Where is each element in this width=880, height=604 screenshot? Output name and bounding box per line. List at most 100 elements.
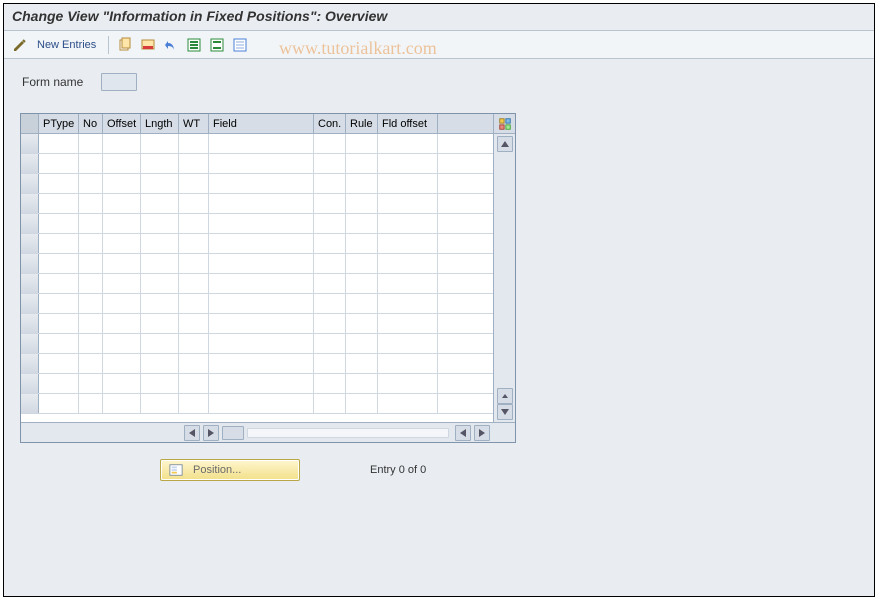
column-header-ptype[interactable]: PType	[39, 114, 79, 133]
column-header-lngth[interactable]: Lngth	[141, 114, 179, 133]
cell-lngth[interactable]	[141, 194, 179, 213]
cell-rule[interactable]	[346, 154, 378, 173]
column-header-offset[interactable]: Offset	[103, 114, 141, 133]
cell-offset[interactable]	[103, 134, 141, 153]
cell-no[interactable]	[79, 334, 103, 353]
cell-rule[interactable]	[346, 334, 378, 353]
cell-field[interactable]	[209, 214, 314, 233]
cell-wt[interactable]	[179, 134, 209, 153]
cell-field[interactable]	[209, 374, 314, 393]
cell-fldoffset[interactable]	[378, 254, 438, 273]
cell-fldoffset[interactable]	[378, 134, 438, 153]
cell-field[interactable]	[209, 334, 314, 353]
cell-offset[interactable]	[103, 174, 141, 193]
cell-field[interactable]	[209, 134, 314, 153]
deselect-all-icon[interactable]	[230, 35, 250, 55]
position-button[interactable]: Position...	[160, 459, 300, 481]
row-selector[interactable]	[21, 134, 39, 153]
cell-fldoffset[interactable]	[378, 294, 438, 313]
cell-lngth[interactable]	[141, 254, 179, 273]
cell-con[interactable]	[314, 254, 346, 273]
cell-con[interactable]	[314, 194, 346, 213]
cell-fldoffset[interactable]	[378, 174, 438, 193]
cell-no[interactable]	[79, 154, 103, 173]
column-header-field[interactable]: Field	[209, 114, 314, 133]
cell-no[interactable]	[79, 254, 103, 273]
column-header-wt[interactable]: WT	[179, 114, 209, 133]
column-header-con[interactable]: Con.	[314, 114, 346, 133]
cell-con[interactable]	[314, 314, 346, 333]
cell-wt[interactable]	[179, 234, 209, 253]
cell-wt[interactable]	[179, 334, 209, 353]
cell-fldoffset[interactable]	[378, 314, 438, 333]
cell-no[interactable]	[79, 354, 103, 373]
cell-rule[interactable]	[346, 274, 378, 293]
scroll-right-near-icon[interactable]	[203, 425, 219, 441]
vertical-scrollbar[interactable]	[493, 134, 515, 422]
cell-field[interactable]	[209, 154, 314, 173]
cell-ptype[interactable]	[39, 134, 79, 153]
change-toggle-icon[interactable]	[10, 35, 30, 55]
column-header-no[interactable]: No	[79, 114, 103, 133]
cell-rule[interactable]	[346, 254, 378, 273]
cell-field[interactable]	[209, 234, 314, 253]
cell-con[interactable]	[314, 274, 346, 293]
cell-rule[interactable]	[346, 354, 378, 373]
cell-rule[interactable]	[346, 294, 378, 313]
scroll-up-small-icon[interactable]	[497, 388, 513, 404]
cell-lngth[interactable]	[141, 134, 179, 153]
cell-offset[interactable]	[103, 154, 141, 173]
cell-con[interactable]	[314, 374, 346, 393]
cell-offset[interactable]	[103, 394, 141, 413]
cell-con[interactable]	[314, 214, 346, 233]
cell-wt[interactable]	[179, 374, 209, 393]
cell-no[interactable]	[79, 134, 103, 153]
cell-ptype[interactable]	[39, 334, 79, 353]
cell-wt[interactable]	[179, 154, 209, 173]
row-selector[interactable]	[21, 294, 39, 313]
cell-wt[interactable]	[179, 294, 209, 313]
cell-offset[interactable]	[103, 234, 141, 253]
cell-no[interactable]	[79, 214, 103, 233]
cell-ptype[interactable]	[39, 394, 79, 413]
cell-con[interactable]	[314, 354, 346, 373]
row-selector[interactable]	[21, 394, 39, 413]
cell-fldoffset[interactable]	[378, 374, 438, 393]
cell-no[interactable]	[79, 194, 103, 213]
cell-con[interactable]	[314, 134, 346, 153]
row-selector[interactable]	[21, 194, 39, 213]
cell-no[interactable]	[79, 274, 103, 293]
cell-offset[interactable]	[103, 314, 141, 333]
cell-rule[interactable]	[346, 134, 378, 153]
cell-ptype[interactable]	[39, 234, 79, 253]
select-all-icon[interactable]	[184, 35, 204, 55]
cell-offset[interactable]	[103, 274, 141, 293]
delete-icon[interactable]	[138, 35, 158, 55]
cell-rule[interactable]	[346, 234, 378, 253]
cell-con[interactable]	[314, 234, 346, 253]
scroll-up-icon[interactable]	[497, 136, 513, 152]
cell-ptype[interactable]	[39, 374, 79, 393]
cell-fldoffset[interactable]	[378, 354, 438, 373]
cell-lngth[interactable]	[141, 354, 179, 373]
new-entries-button[interactable]: New Entries	[33, 37, 102, 53]
cell-offset[interactable]	[103, 194, 141, 213]
cell-rule[interactable]	[346, 174, 378, 193]
cell-wt[interactable]	[179, 354, 209, 373]
cell-lngth[interactable]	[141, 334, 179, 353]
row-selector[interactable]	[21, 154, 39, 173]
cell-wt[interactable]	[179, 194, 209, 213]
row-selector[interactable]	[21, 214, 39, 233]
cell-ptype[interactable]	[39, 254, 79, 273]
cell-no[interactable]	[79, 174, 103, 193]
cell-fldoffset[interactable]	[378, 194, 438, 213]
row-selector-header[interactable]	[21, 114, 39, 133]
cell-lngth[interactable]	[141, 314, 179, 333]
cell-fldoffset[interactable]	[378, 214, 438, 233]
cell-ptype[interactable]	[39, 274, 79, 293]
cell-lngth[interactable]	[141, 214, 179, 233]
cell-wt[interactable]	[179, 214, 209, 233]
cell-lngth[interactable]	[141, 234, 179, 253]
cell-ptype[interactable]	[39, 154, 79, 173]
row-selector[interactable]	[21, 274, 39, 293]
